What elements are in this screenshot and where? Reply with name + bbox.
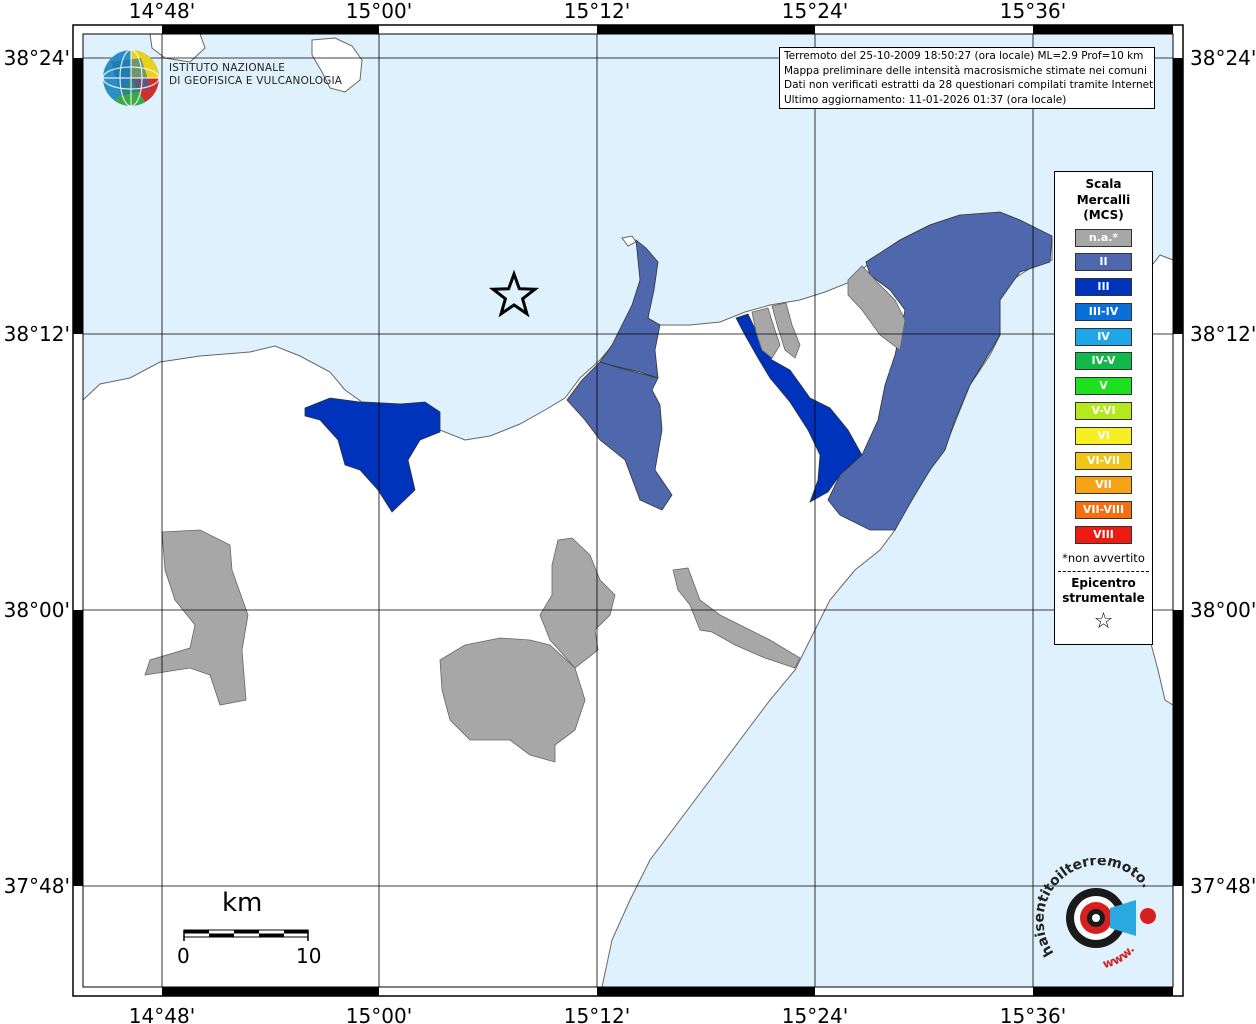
event-info-line: Mappa preliminare delle intensità macros… bbox=[784, 64, 1147, 77]
event-info-line: Ultimo aggiornamento: 11-01-2026 01:37 (… bbox=[784, 93, 1067, 106]
latitude-label: 38°12' bbox=[4, 322, 70, 346]
legend-swatch: VI-VII bbox=[1075, 451, 1132, 470]
legend-swatch: IV-V bbox=[1075, 352, 1132, 371]
longitude-label: 14°48' bbox=[129, 1004, 195, 1024]
latitude-labels-right: 38°24' 38°12' 38°00' 37°48' bbox=[1190, 46, 1256, 898]
legend-swatch: II bbox=[1075, 253, 1132, 272]
latitude-label: 38°00' bbox=[1190, 598, 1256, 622]
legend-swatch: III-IV bbox=[1075, 302, 1132, 321]
legend-items: n.a.* II III III-IV IV IV-V V V-VI VI VI-VII VII VI… bbox=[1055, 228, 1152, 545]
longitude-label: 15°24' bbox=[782, 0, 848, 23]
longitude-label: 15°12' bbox=[564, 0, 630, 23]
legend-title-line: Mercalli bbox=[1076, 192, 1131, 207]
legend-swatch: VII bbox=[1075, 476, 1132, 495]
longitude-label: 15°36' bbox=[1000, 1004, 1066, 1024]
haisentito-logo-www: www. bbox=[1101, 942, 1137, 971]
latitude-label: 38°00' bbox=[4, 598, 70, 622]
legend-note: *non avvertito bbox=[1062, 550, 1145, 565]
longitude-label: 15°00' bbox=[346, 1004, 412, 1024]
latitude-label: 38°24' bbox=[4, 46, 70, 70]
ingv-logo: ISTITUTO NAZIONALE DI GEOFISICA E VULCAN… bbox=[101, 48, 342, 110]
legend-swatch: III bbox=[1075, 278, 1132, 297]
legend-swatch: VII-VIII bbox=[1075, 501, 1132, 520]
longitude-label: 15°24' bbox=[782, 1004, 848, 1024]
ingv-name-line1: ISTITUTO NAZIONALE bbox=[169, 62, 286, 74]
legend-swatch: n.a.* bbox=[1075, 228, 1132, 247]
mcs-legend: Scala Mercalli (MCS) n.a.* II III III-IV IV I… bbox=[1054, 171, 1153, 645]
svg-text:www.: www. bbox=[1101, 942, 1137, 971]
longitude-label: 15°36' bbox=[1000, 0, 1066, 23]
latitude-label: 37°48' bbox=[4, 874, 70, 898]
legend-swatch: V bbox=[1075, 377, 1132, 396]
legend-swatch: VI bbox=[1075, 426, 1132, 445]
longitude-label: 14°48' bbox=[129, 0, 195, 23]
ingv-name-line2: DI GEOFISICA E VULCANOLOGIA bbox=[169, 75, 343, 87]
latitude-label: 38°24' bbox=[1190, 46, 1256, 70]
legend-title-line: (MCS) bbox=[1083, 208, 1124, 222]
event-info-box: Terremoto del 25-10-2009 18:50:27 (ora l… bbox=[779, 47, 1155, 109]
haisentito-logo-graphic: haisentitoilterremoto.it www. bbox=[1029, 846, 1156, 971]
legend-title-line: Scala bbox=[1085, 177, 1122, 191]
longitude-labels-bottom: 14°48' 15°00' 15°12' 15°24' 15°36' bbox=[129, 1004, 1066, 1024]
longitude-labels-top: 14°48' 15°00' 15°12' 15°24' 15°36' bbox=[129, 0, 1066, 23]
scale-bar-max: 10 bbox=[296, 944, 322, 968]
legend-epicenter-label: Epicentro strumentale bbox=[1055, 576, 1152, 606]
legend-swatch: VIII bbox=[1075, 526, 1132, 545]
latitude-label: 37°48' bbox=[1190, 874, 1256, 898]
legend-title: Scala Mercalli (MCS) bbox=[1055, 177, 1152, 224]
globe-icon bbox=[102, 49, 160, 107]
longitude-label: 15°12' bbox=[564, 1004, 630, 1024]
scale-bar-min: 0 bbox=[177, 944, 190, 968]
latitude-label: 38°12' bbox=[1190, 322, 1256, 346]
legend-epicenter-line: Epicentro bbox=[1071, 575, 1136, 590]
legend-separator bbox=[1058, 570, 1149, 572]
haisentito-logo[interactable]: haisentitoilterremoto.it www. bbox=[1029, 846, 1162, 976]
legend-star-icon: ☆ bbox=[1093, 608, 1114, 634]
scale-bar-unit: km bbox=[222, 888, 263, 918]
event-info-line: Terremoto del 25-10-2009 18:50:27 (ora l… bbox=[784, 50, 1144, 62]
legend-epicenter-line: strumentale bbox=[1062, 590, 1145, 605]
longitude-label: 15°00' bbox=[346, 0, 412, 23]
legend-swatch: IV bbox=[1075, 327, 1132, 346]
ingv-name: ISTITUTO NAZIONALE DI GEOFISICA E VULCAN… bbox=[169, 62, 342, 88]
latitude-labels-left: 38°24' 38°12' 38°00' 37°48' bbox=[4, 46, 70, 898]
legend-swatch: V-VI bbox=[1075, 402, 1132, 421]
event-info-line: Dati non verificati estratti da 28 quest… bbox=[784, 79, 1155, 91]
